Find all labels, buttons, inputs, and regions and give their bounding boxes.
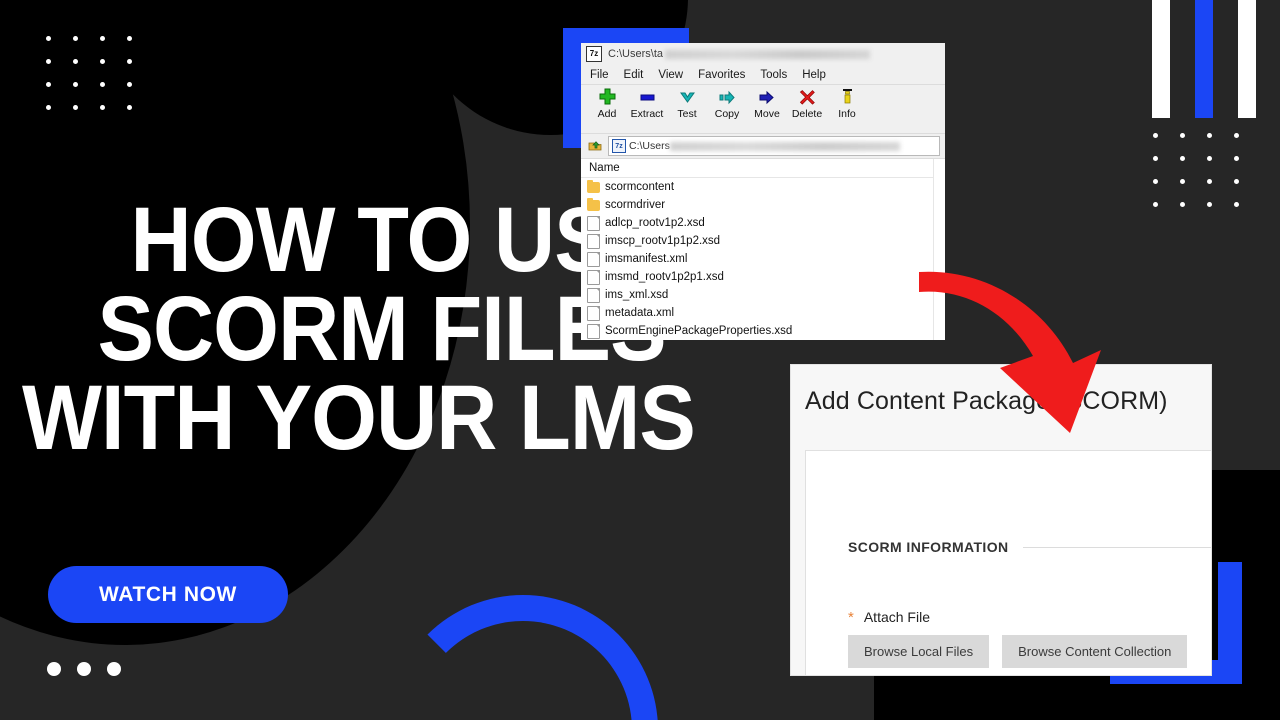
dot-grid-top-left: [46, 36, 154, 128]
dialog-body: SCORM INFORMATION * Attach File Browse L…: [805, 450, 1211, 675]
file-list[interactable]: Name scormcontent scormdriver adlcp_root…: [581, 158, 945, 340]
toolbar-label-extract: Extract: [630, 108, 664, 120]
list-item[interactable]: ims_xml.xsd: [581, 286, 945, 304]
scorm-information-section: SCORM INFORMATION: [848, 539, 1211, 555]
list-item[interactable]: imsmanifest.xml: [581, 250, 945, 268]
section-divider: [1022, 546, 1211, 548]
toolbar-label-move: Move: [754, 108, 780, 120]
close-x-icon: [798, 88, 817, 107]
toolbar-button-add[interactable]: Add: [587, 88, 627, 120]
file-list-scrollbar[interactable]: [933, 159, 945, 340]
vertical-bars-top-right: [1152, 0, 1256, 118]
zip-title-bar: 7z C:\Users\ta: [581, 43, 945, 65]
list-item[interactable]: imsmd_rootv1p2p1.xsd: [581, 268, 945, 286]
menu-item-file[interactable]: File: [590, 69, 609, 81]
zip-toolbar[interactable]: Add Extract Test Copy Move Delete Info: [581, 84, 945, 133]
zip-title-path: C:\Users\ta: [608, 48, 871, 60]
list-item[interactable]: ScormEnginePackageProperties.xsd: [581, 322, 945, 340]
minus-bar-icon: [638, 88, 657, 107]
zip-address-bar[interactable]: 7z C:\Users: [581, 133, 945, 158]
file-name: adlcp_rootv1p2.xsd: [605, 217, 705, 229]
archive-icon: 7z: [612, 139, 626, 153]
file-name: metadata.xml: [605, 307, 675, 319]
toolbar-label-delete: Delete: [791, 108, 823, 120]
toolbar-button-copy[interactable]: Copy: [707, 88, 747, 120]
section-label: SCORM INFORMATION: [848, 539, 1009, 555]
browse-content-collection-button[interactable]: Browse Content Collection: [1002, 635, 1188, 668]
dot-grid-top-right: [1153, 133, 1261, 225]
file-icon: [587, 215, 600, 231]
toolbar-button-info[interactable]: Info: [827, 88, 867, 120]
file-name: scormdriver: [605, 199, 666, 211]
toolbar-label-copy: Copy: [714, 108, 740, 120]
file-name: scormcontent: [605, 181, 675, 193]
page-title: HOW TO USE SCORM FILES WITH YOUR LMS: [22, 189, 696, 470]
address-text: C:\Users: [629, 140, 900, 152]
chevron-down-icon: [678, 88, 697, 107]
menu-item-help[interactable]: Help: [802, 69, 826, 81]
menu-item-view[interactable]: View: [658, 69, 683, 81]
seven-zip-logo-icon: 7z: [586, 46, 602, 62]
list-item[interactable]: adlcp_rootv1p2.xsd: [581, 214, 945, 232]
file-name: imsmanifest.xml: [605, 253, 688, 265]
list-item[interactable]: imscp_rootv1p1p2.xsd: [581, 232, 945, 250]
address-input[interactable]: 7z C:\Users: [608, 136, 940, 156]
move-arrow-icon: [758, 88, 777, 107]
watch-now-button[interactable]: WATCH NOW: [48, 566, 288, 623]
toolbar-label-test: Test: [677, 108, 697, 120]
toolbar-label-info: Info: [838, 108, 856, 120]
headline-line-1: HOW TO USE: [130, 189, 667, 291]
toolbar-button-test[interactable]: Test: [667, 88, 707, 120]
add-content-package-dialog[interactable]: Add Content Package (SCORM) SCORM INFORM…: [791, 365, 1211, 675]
column-header-name[interactable]: Name: [589, 162, 945, 174]
attach-file-label: Attach File: [863, 609, 930, 625]
toolbar-label-add: Add: [597, 108, 617, 120]
seven-zip-window[interactable]: 7z C:\Users\ta File Edit View Favorites …: [581, 43, 945, 340]
file-icon: [587, 305, 600, 321]
dialog-title: Add Content Package (SCORM): [805, 387, 1168, 415]
toolbar-button-delete[interactable]: Delete: [787, 88, 827, 120]
list-item[interactable]: scormcontent: [581, 178, 945, 196]
toolbar-button-extract[interactable]: Extract: [627, 88, 667, 120]
menu-item-edit[interactable]: Edit: [624, 69, 644, 81]
folder-icon: [587, 179, 600, 193]
copy-arrow-icon: [718, 88, 737, 107]
file-name: imscp_rootv1p1p2.xsd: [605, 235, 721, 247]
info-i-icon: [838, 88, 857, 107]
thumbnail-canvas: HOW TO USE SCORM FILES WITH YOUR LMS WAT…: [0, 0, 1280, 720]
file-icon: [587, 269, 600, 285]
zip-menu-bar[interactable]: File Edit View Favorites Tools Help: [581, 65, 945, 84]
plus-icon: [598, 88, 617, 107]
file-icon: [587, 287, 600, 303]
file-icon: [587, 233, 600, 249]
required-marker: *: [848, 608, 854, 626]
file-icon: [587, 323, 600, 339]
file-list-header[interactable]: Name: [581, 159, 945, 178]
blue-arc-decoration: [388, 595, 658, 720]
attach-file-field: * Attach File Browse Local Files Browse …: [848, 608, 1188, 668]
menu-item-favorites[interactable]: Favorites: [698, 69, 745, 81]
headline-line-3: WITH YOUR LMS: [22, 367, 696, 470]
menu-item-tools[interactable]: Tools: [760, 69, 787, 81]
file-name: ScormEnginePackageProperties.xsd: [605, 325, 793, 337]
file-name: ims_xml.xsd: [605, 289, 669, 301]
file-icon: [587, 251, 600, 267]
toolbar-button-move[interactable]: Move: [747, 88, 787, 120]
three-dots-decoration: [47, 662, 121, 676]
folder-up-icon[interactable]: [586, 137, 604, 155]
browse-local-files-button[interactable]: Browse Local Files: [848, 635, 990, 668]
headline-line-2: SCORM FILES: [97, 278, 666, 381]
file-name: imsmd_rootv1p2p1.xsd: [605, 271, 724, 283]
folder-icon: [587, 197, 600, 211]
list-item[interactable]: metadata.xml: [581, 304, 945, 322]
list-item[interactable]: scormdriver: [581, 196, 945, 214]
